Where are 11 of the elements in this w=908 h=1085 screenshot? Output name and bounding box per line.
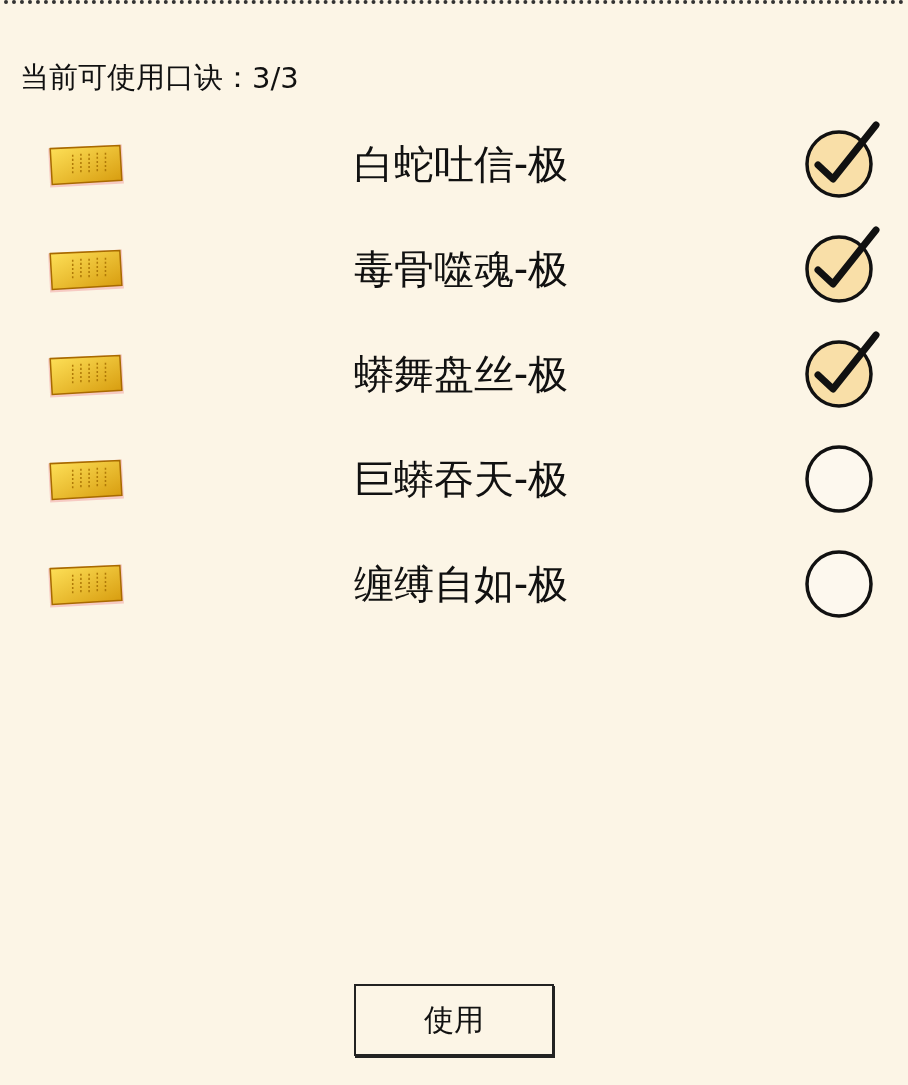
- skill-name: 白蛇吐信-极: [352, 140, 570, 189]
- skill-name: 缠缚自如-极: [352, 560, 570, 609]
- skill-name: 巨蟒吞天-极: [352, 455, 570, 504]
- skill-count: 3/3: [252, 61, 299, 95]
- skill-name: 蟒舞盘丝-极: [352, 350, 570, 399]
- header-label: 当前可使用口诀：: [20, 59, 252, 96]
- checkbox[interactable]: [804, 118, 882, 199]
- checkbox[interactable]: [804, 328, 882, 409]
- use-button[interactable]: 使用: [354, 984, 554, 1056]
- skill-name: 毒骨噬魂-极: [352, 245, 570, 294]
- checkbox[interactable]: [804, 223, 882, 304]
